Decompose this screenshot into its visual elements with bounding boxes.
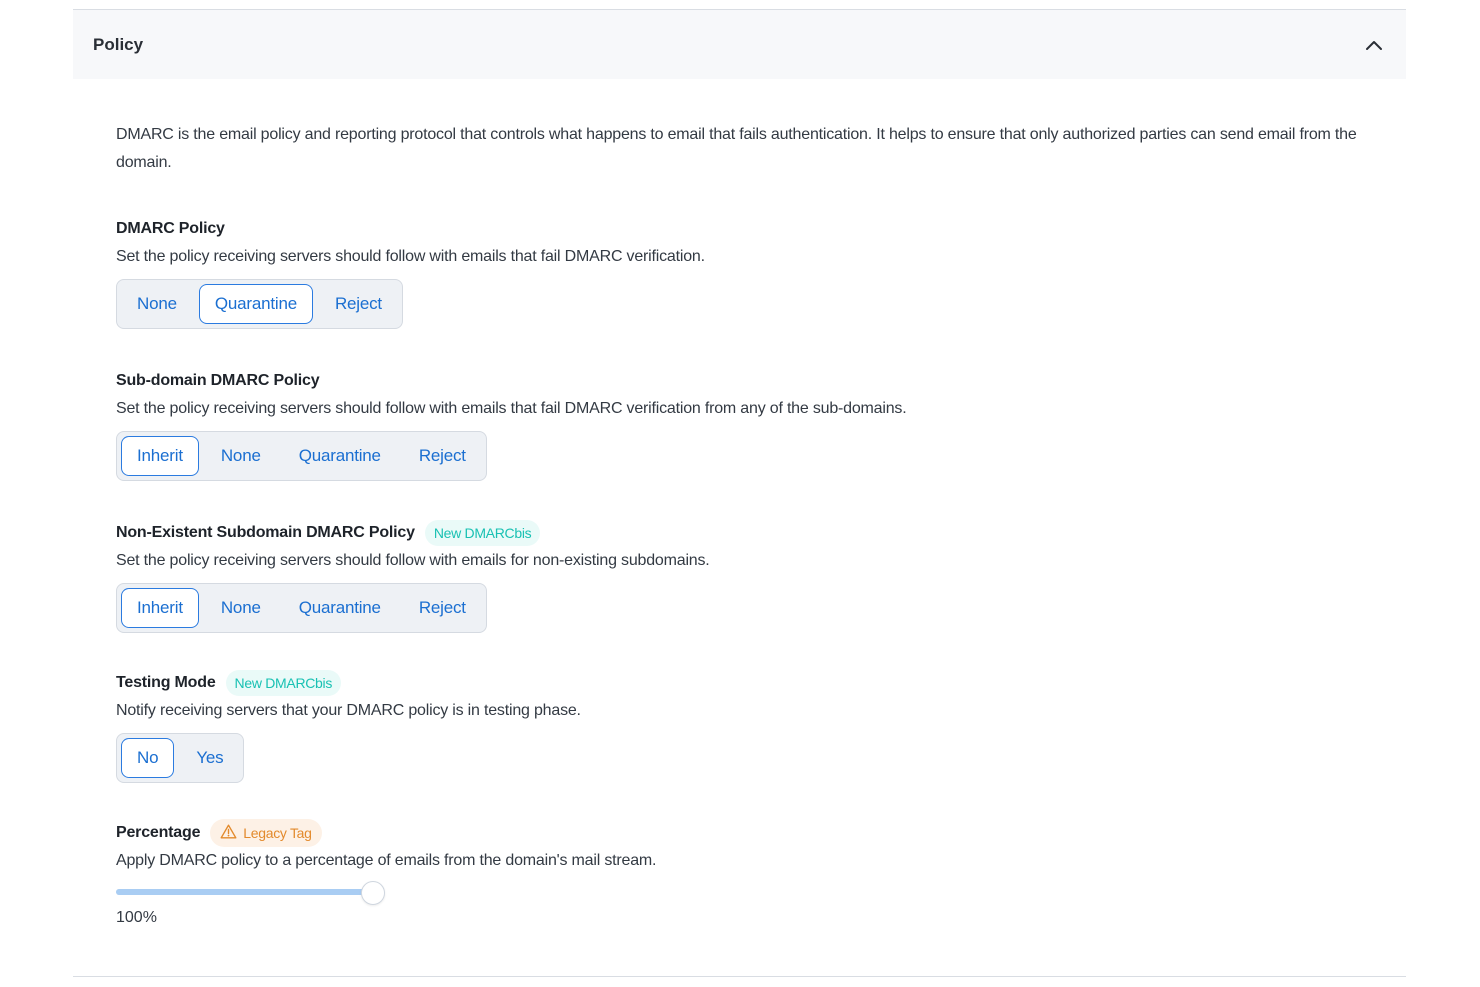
- subdomain-policy-option-reject[interactable]: Reject: [403, 436, 482, 476]
- testing-mode-section: Testing Mode New DMARCbis Notify receivi…: [116, 669, 1406, 783]
- policy-panel-body: DMARC is the email policy and reporting …: [73, 121, 1406, 927]
- subdomain-policy-section: Sub-domain DMARC Policy Set the policy r…: [116, 367, 1406, 481]
- new-dmarcbis-badge: New DMARCbis: [225, 670, 342, 696]
- subdomain-policy-title: Sub-domain DMARC Policy: [116, 367, 1406, 395]
- subdomain-policy-title-text: Sub-domain DMARC Policy: [116, 372, 320, 389]
- dmarc-policy-option-quarantine[interactable]: Quarantine: [198, 284, 313, 324]
- dmarc-policy-title-text: DMARC Policy: [116, 220, 225, 237]
- legacy-tag-badge: Legacy Tag: [210, 819, 322, 847]
- slider-fill: [116, 889, 372, 895]
- subdomain-policy-description: Set the policy receiving servers should …: [116, 400, 907, 417]
- policy-panel-header[interactable]: Policy: [73, 10, 1406, 79]
- dmarc-policy-title: DMARC Policy: [116, 215, 1406, 243]
- percentage-description: Apply DMARC policy to a percentage of em…: [116, 852, 657, 869]
- nonexistent-policy-segmented-control: Inherit None Quarantine Reject: [116, 583, 487, 633]
- nonexistent-policy-title: Non-Existent Subdomain DMARC Policy New …: [116, 519, 1406, 547]
- dmarc-policy-description: Set the policy receiving servers should …: [116, 248, 705, 265]
- percentage-section: Percentage Legacy Tag Apply DMARC policy…: [116, 819, 1406, 927]
- testing-mode-description: Notify receiving servers that your DMARC…: [116, 702, 581, 719]
- testing-mode-title-text: Testing Mode: [116, 674, 216, 691]
- percentage-title-text: Percentage: [116, 824, 201, 841]
- subdomain-policy-segmented-control: Inherit None Quarantine Reject: [116, 431, 487, 481]
- warning-icon: [220, 824, 237, 842]
- new-dmarcbis-badge: New DMARCbis: [424, 520, 541, 546]
- percentage-slider[interactable]: [116, 881, 386, 905]
- nonexistent-policy-description: Set the policy receiving servers should …: [116, 552, 710, 569]
- intro-text: DMARC is the email policy and reporting …: [116, 126, 1357, 171]
- subdomain-policy-option-none[interactable]: None: [205, 436, 277, 476]
- testing-mode-option-no[interactable]: No: [121, 738, 175, 778]
- nonexistent-policy-option-inherit[interactable]: Inherit: [121, 588, 199, 628]
- nonexistent-policy-section: Non-Existent Subdomain DMARC Policy New …: [116, 519, 1406, 633]
- testing-mode-title: Testing Mode New DMARCbis: [116, 669, 1406, 697]
- dmarc-policy-option-none[interactable]: None: [121, 284, 193, 324]
- subdomain-policy-option-quarantine[interactable]: Quarantine: [283, 436, 397, 476]
- nonexistent-policy-title-text: Non-Existent Subdomain DMARC Policy: [116, 524, 415, 541]
- nonexistent-policy-option-reject[interactable]: Reject: [403, 588, 482, 628]
- dmarc-policy-option-reject[interactable]: Reject: [319, 284, 398, 324]
- chevron-up-icon[interactable]: [1362, 33, 1386, 57]
- percentage-value: 100%: [116, 909, 157, 926]
- policy-panel: Policy DMARC is the email policy and rep…: [73, 9, 1406, 977]
- panel-title: Policy: [93, 34, 144, 54]
- nonexistent-policy-option-quarantine[interactable]: Quarantine: [283, 588, 397, 628]
- testing-mode-segmented-control: No Yes: [116, 733, 245, 783]
- subdomain-policy-option-inherit[interactable]: Inherit: [121, 436, 199, 476]
- slider-handle[interactable]: [361, 881, 385, 905]
- percentage-title: Percentage Legacy Tag: [116, 819, 1406, 847]
- testing-mode-option-yes[interactable]: Yes: [180, 738, 239, 778]
- dmarc-policy-segmented-control: None Quarantine Reject: [116, 279, 403, 329]
- dmarc-policy-section: DMARC Policy Set the policy receiving se…: [116, 215, 1406, 329]
- nonexistent-policy-option-none[interactable]: None: [205, 588, 277, 628]
- legacy-tag-label: Legacy Tag: [243, 825, 312, 841]
